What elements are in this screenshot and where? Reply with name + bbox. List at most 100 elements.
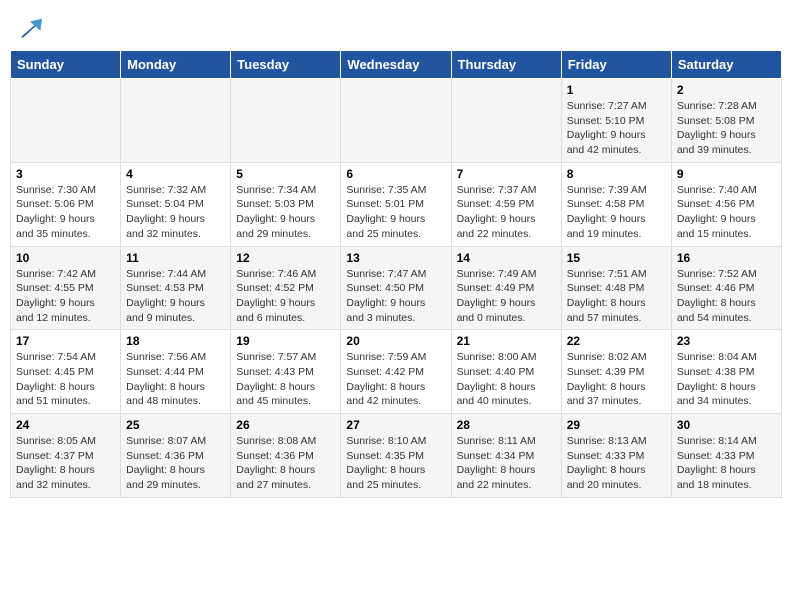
day-number: 22 [567,334,666,348]
day-info: Sunrise: 8:04 AM Sunset: 4:38 PM Dayligh… [677,350,776,409]
calendar-cell: 8Sunrise: 7:39 AM Sunset: 4:58 PM Daylig… [561,162,671,246]
day-number: 30 [677,418,776,432]
calendar-cell: 14 Sunrise: 7:49 AM Sunset: 4:49 PM Dayli… [451,246,561,330]
day-info: Sunrise: 7:37 AM Sunset: 4:59 PM Dayligh… [457,183,556,242]
calendar-cell: 9Sunrise: 7:40 AM Sunset: 4:56 PM Daylig… [671,162,781,246]
day-number: 26 [236,418,335,432]
day-info: Sunrise: 7:30 AM Sunset: 5:06 PM Dayligh… [16,183,115,242]
calendar-cell: 21 Sunrise: 8:00 AM Sunset: 4:40 PM Dayli… [451,330,561,414]
day-info: Sunrise: 7:42 AM Sunset: 4:55 PM Dayligh… [16,267,115,326]
calendar-cell [341,79,451,163]
calendar-cell: 11 Sunrise: 7:44 AM Sunset: 4:53 PM Dayli… [121,246,231,330]
day-info: Sunrise: 7:49 AM Sunset: 4:49 PM Dayligh… [457,267,556,326]
weekday-header-sunday: Sunday [11,51,121,79]
calendar-cell [11,79,121,163]
day-number: 14 [457,251,556,265]
day-number: 11 [126,251,225,265]
calendar-cell: 15 Sunrise: 7:51 AM Sunset: 4:48 PM Dayli… [561,246,671,330]
calendar-cell [231,79,341,163]
calendar-cell: 24 Sunrise: 8:05 AM Sunset: 4:37 PM Dayli… [11,414,121,498]
day-info: Sunrise: 7:52 AM Sunset: 4:46 PM Dayligh… [677,267,776,326]
day-info: Sunrise: 7:57 AM Sunset: 4:43 PM Dayligh… [236,350,335,409]
calendar-cell: 28 Sunrise: 8:11 AM Sunset: 4:34 PM Dayli… [451,414,561,498]
day-info: Sunrise: 7:27 AM Sunset: 5:10 PM Dayligh… [567,99,666,158]
day-info: Sunrise: 8:02 AM Sunset: 4:39 PM Dayligh… [567,350,666,409]
calendar-week-row: 24 Sunrise: 8:05 AM Sunset: 4:37 PM Dayli… [11,414,782,498]
day-info: Sunrise: 7:51 AM Sunset: 4:48 PM Dayligh… [567,267,666,326]
calendar-table: SundayMondayTuesdayWednesdayThursdayFrid… [10,50,782,498]
day-number: 21 [457,334,556,348]
calendar-week-row: 1 Sunrise: 7:27 AM Sunset: 5:10 PM Daylig… [11,79,782,163]
day-number: 24 [16,418,115,432]
calendar-cell: 2Sunrise: 7:28 AM Sunset: 5:08 PM Daylig… [671,79,781,163]
day-info: Sunrise: 8:08 AM Sunset: 4:36 PM Dayligh… [236,434,335,493]
calendar-cell: 23Sunrise: 8:04 AM Sunset: 4:38 PM Dayli… [671,330,781,414]
calendar-cell: 25Sunrise: 8:07 AM Sunset: 4:36 PM Dayli… [121,414,231,498]
calendar-cell: 12 Sunrise: 7:46 AM Sunset: 4:52 PM Dayli… [231,246,341,330]
calendar-cell: 30 Sunrise: 8:14 AM Sunset: 4:33 PM Dayli… [671,414,781,498]
day-number: 19 [236,334,335,348]
calendar-cell: 17 Sunrise: 7:54 AM Sunset: 4:45 PM Dayli… [11,330,121,414]
day-number: 2 [677,83,776,97]
day-info: Sunrise: 7:39 AM Sunset: 4:58 PM Dayligh… [567,183,666,242]
calendar-week-row: 3 Sunrise: 7:30 AM Sunset: 5:06 PM Daylig… [11,162,782,246]
day-number: 20 [346,334,445,348]
calendar-cell: 19 Sunrise: 7:57 AM Sunset: 4:43 PM Dayli… [231,330,341,414]
weekday-header-tuesday: Tuesday [231,51,341,79]
logo-icon [16,14,44,42]
calendar-cell: 13 Sunrise: 7:47 AM Sunset: 4:50 PM Dayli… [341,246,451,330]
day-info: Sunrise: 8:07 AM Sunset: 4:36 PM Dayligh… [126,434,225,493]
calendar-cell: 16 Sunrise: 7:52 AM Sunset: 4:46 PM Dayli… [671,246,781,330]
day-info: Sunrise: 8:14 AM Sunset: 4:33 PM Dayligh… [677,434,776,493]
day-info: Sunrise: 7:40 AM Sunset: 4:56 PM Dayligh… [677,183,776,242]
calendar-cell: 22 Sunrise: 8:02 AM Sunset: 4:39 PM Dayli… [561,330,671,414]
day-number: 12 [236,251,335,265]
page-header [10,10,782,42]
day-info: Sunrise: 7:54 AM Sunset: 4:45 PM Dayligh… [16,350,115,409]
day-number: 16 [677,251,776,265]
calendar-cell: 1 Sunrise: 7:27 AM Sunset: 5:10 PM Daylig… [561,79,671,163]
calendar-cell: 26 Sunrise: 8:08 AM Sunset: 4:36 PM Dayli… [231,414,341,498]
calendar-week-row: 17 Sunrise: 7:54 AM Sunset: 4:45 PM Dayli… [11,330,782,414]
day-number: 28 [457,418,556,432]
day-info: Sunrise: 7:46 AM Sunset: 4:52 PM Dayligh… [236,267,335,326]
calendar-cell: 4 Sunrise: 7:32 AM Sunset: 5:04 PM Daylig… [121,162,231,246]
day-info: Sunrise: 8:10 AM Sunset: 4:35 PM Dayligh… [346,434,445,493]
calendar-cell [451,79,561,163]
calendar-cell: 27 Sunrise: 8:10 AM Sunset: 4:35 PM Dayli… [341,414,451,498]
weekday-header-row: SundayMondayTuesdayWednesdayThursdayFrid… [11,51,782,79]
calendar-cell: 7 Sunrise: 7:37 AM Sunset: 4:59 PM Daylig… [451,162,561,246]
day-info: Sunrise: 7:56 AM Sunset: 4:44 PM Dayligh… [126,350,225,409]
day-info: Sunrise: 8:11 AM Sunset: 4:34 PM Dayligh… [457,434,556,493]
calendar-cell [121,79,231,163]
logo [14,14,44,42]
day-number: 27 [346,418,445,432]
calendar-cell: 18Sunrise: 7:56 AM Sunset: 4:44 PM Dayli… [121,330,231,414]
day-number: 17 [16,334,115,348]
day-number: 6 [346,167,445,181]
day-info: Sunrise: 7:34 AM Sunset: 5:03 PM Dayligh… [236,183,335,242]
day-number: 1 [567,83,666,97]
weekday-header-thursday: Thursday [451,51,561,79]
day-info: Sunrise: 7:47 AM Sunset: 4:50 PM Dayligh… [346,267,445,326]
day-info: Sunrise: 7:59 AM Sunset: 4:42 PM Dayligh… [346,350,445,409]
day-info: Sunrise: 7:35 AM Sunset: 5:01 PM Dayligh… [346,183,445,242]
day-number: 13 [346,251,445,265]
calendar-cell: 5 Sunrise: 7:34 AM Sunset: 5:03 PM Daylig… [231,162,341,246]
calendar-cell: 29Sunrise: 8:13 AM Sunset: 4:33 PM Dayli… [561,414,671,498]
day-info: Sunrise: 7:32 AM Sunset: 5:04 PM Dayligh… [126,183,225,242]
weekday-header-wednesday: Wednesday [341,51,451,79]
day-number: 15 [567,251,666,265]
day-number: 29 [567,418,666,432]
day-number: 3 [16,167,115,181]
day-info: Sunrise: 7:44 AM Sunset: 4:53 PM Dayligh… [126,267,225,326]
day-number: 4 [126,167,225,181]
day-info: Sunrise: 8:00 AM Sunset: 4:40 PM Dayligh… [457,350,556,409]
calendar-cell: 3 Sunrise: 7:30 AM Sunset: 5:06 PM Daylig… [11,162,121,246]
calendar-cell: 10Sunrise: 7:42 AM Sunset: 4:55 PM Dayli… [11,246,121,330]
day-number: 5 [236,167,335,181]
day-info: Sunrise: 8:05 AM Sunset: 4:37 PM Dayligh… [16,434,115,493]
weekday-header-saturday: Saturday [671,51,781,79]
day-number: 7 [457,167,556,181]
weekday-header-monday: Monday [121,51,231,79]
